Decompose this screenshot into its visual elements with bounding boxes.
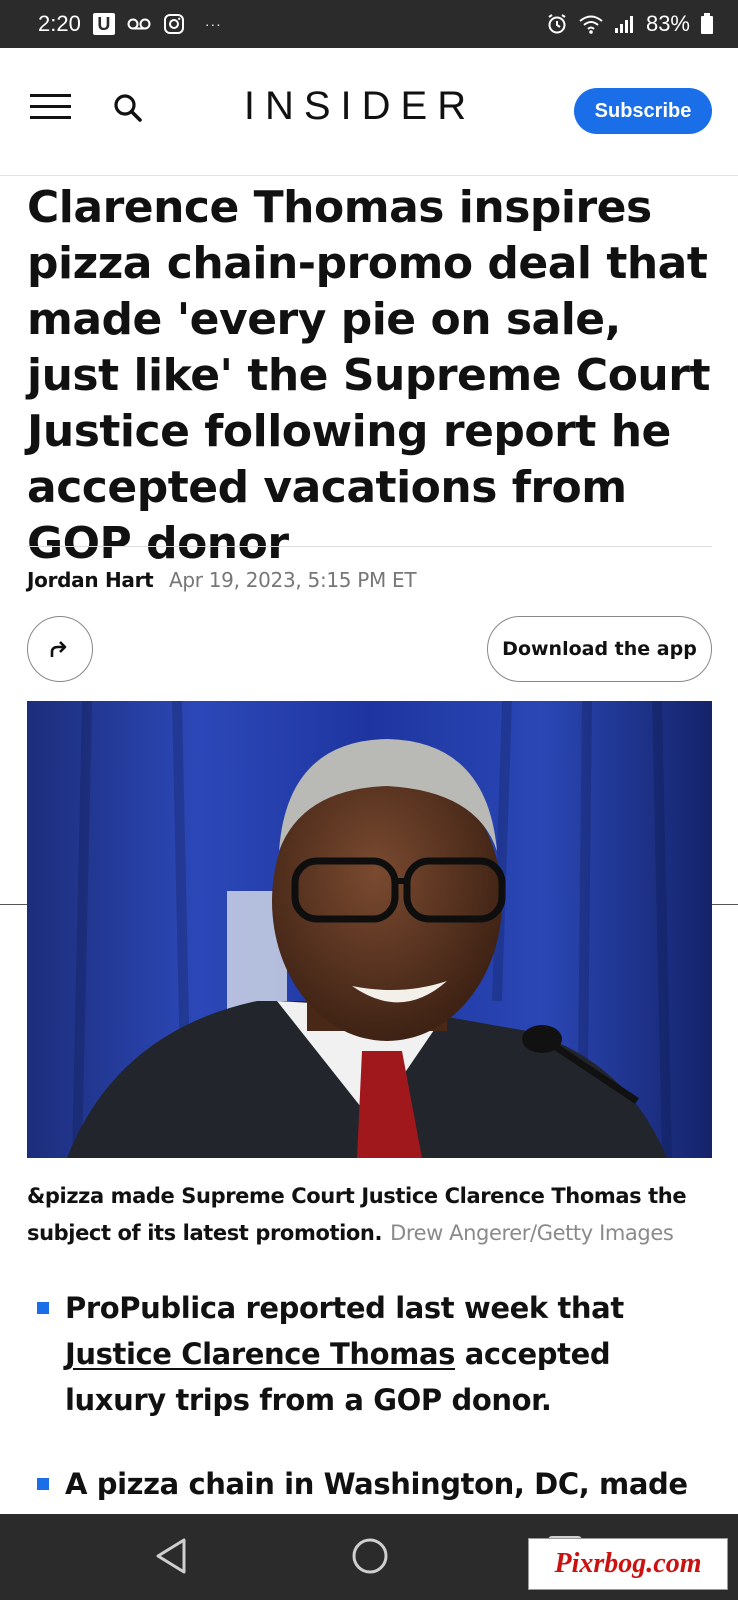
menu-icon[interactable] <box>30 94 71 120</box>
download-app-button[interactable]: Download the app <box>487 616 712 682</box>
instagram-icon <box>163 14 184 34</box>
voicemail-icon <box>127 18 151 30</box>
portrait-image <box>27 701 712 1158</box>
home-icon[interactable] <box>350 1536 390 1576</box>
share-arrow-icon <box>50 641 67 657</box>
photo-credit: Drew Angerer/Getty Images <box>390 1221 674 1245</box>
u-app-icon: U <box>92 13 115 35</box>
key-points-list: ProPublica reported last week that Justi… <box>27 1285 717 1507</box>
battery-icon <box>701 13 713 34</box>
site-header: INSIDER Subscribe <box>0 48 738 176</box>
status-bar: 2:20 U ··· 83% <box>0 0 738 48</box>
article-photo <box>27 701 712 1158</box>
divider <box>27 546 712 547</box>
status-time: 2:20 <box>38 11 81 36</box>
photo-caption: &pizza made Supreme Court Justice Claren… <box>27 1178 717 1252</box>
key-point-text: A pizza chain in Washington, DC, made <box>65 1467 688 1501</box>
back-icon[interactable] <box>150 1534 194 1578</box>
key-point-text: ProPublica reported last week that <box>65 1291 624 1325</box>
byline: Jordan Hart Apr 19, 2023, 5:15 PM ET <box>27 568 417 593</box>
author-link[interactable]: Jordan Hart <box>27 568 154 592</box>
justice-clarence-thomas-link[interactable]: Justice Clarence Thomas <box>65 1337 455 1371</box>
watermark-logo: Pixrbog.com <box>528 1538 728 1590</box>
article-headline: Clarence Thomas inspires pizza chain-pro… <box>27 182 710 569</box>
publish-date: Apr 19, 2023, 5:15 PM ET <box>168 568 417 592</box>
share-button[interactable] <box>27 616 93 682</box>
insider-logo[interactable]: INSIDER <box>240 84 480 129</box>
edge-line <box>0 904 27 905</box>
key-point: ProPublica reported last week that Justi… <box>27 1285 717 1423</box>
battery-percent: 83% <box>645 11 690 36</box>
bullet-square-icon <box>37 1302 49 1314</box>
bullet-square-icon <box>37 1478 49 1490</box>
wifi-icon <box>579 15 603 34</box>
edge-line <box>712 904 738 905</box>
more-dots-icon: ··· <box>204 16 222 32</box>
search-icon[interactable] <box>112 92 144 124</box>
subscribe-button[interactable]: Subscribe <box>574 88 712 134</box>
key-point: A pizza chain in Washington, DC, made <box>27 1461 717 1507</box>
signal-icon <box>614 16 633 33</box>
alarm-icon <box>548 14 566 34</box>
